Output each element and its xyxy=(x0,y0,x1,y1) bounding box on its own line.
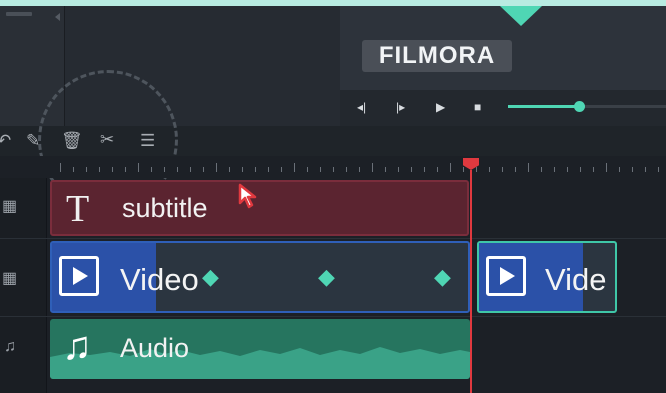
ruler-tick xyxy=(307,167,308,172)
volume-slider-fill xyxy=(508,105,580,108)
ruler-tick xyxy=(463,167,464,172)
ruler-tick xyxy=(99,167,100,172)
play-icon xyxy=(486,256,526,296)
ruler-tick xyxy=(411,167,412,172)
prev-frame-button[interactable]: ◂| xyxy=(357,100,366,114)
keyframe-icon[interactable]: ◆ xyxy=(434,264,451,290)
ruler-tick xyxy=(632,167,633,172)
ruler-tick xyxy=(476,167,477,172)
keyframe-icon[interactable]: ◆ xyxy=(318,264,335,290)
collapse-chevron-icon[interactable] xyxy=(55,13,60,21)
ruler-tick xyxy=(658,167,659,172)
subtitle-clip-label: subtitle xyxy=(122,193,208,223)
ruler-tick xyxy=(359,167,360,172)
ruler-tick xyxy=(346,167,347,172)
ruler-tick xyxy=(580,167,581,172)
ruler-tick xyxy=(125,167,126,172)
next-frame-button[interactable]: |▸ xyxy=(396,100,405,114)
play-button[interactable]: ▶ xyxy=(436,100,445,114)
ruler-tick xyxy=(398,167,399,172)
brand-logo: FILMORA xyxy=(362,40,512,72)
ruler-tick xyxy=(385,167,386,172)
track-divider xyxy=(0,238,666,239)
video-clip-label: Video xyxy=(120,262,199,297)
ruler-tick xyxy=(489,167,490,172)
mouse-cursor-icon xyxy=(238,183,257,209)
ruler-tick xyxy=(151,167,152,172)
stop-button[interactable]: ■ xyxy=(474,100,481,114)
ruler-tick xyxy=(138,163,139,172)
audio-clip[interactable] xyxy=(50,319,470,379)
ruler-tick xyxy=(281,167,282,172)
audio-waveform xyxy=(50,347,470,379)
ruler-tick xyxy=(60,163,61,172)
preview-marker-icon xyxy=(500,6,542,26)
audio-clip-label: Audio xyxy=(120,333,190,363)
ruler-tick xyxy=(242,167,243,172)
ruler-tick xyxy=(515,167,516,172)
undo-icon[interactable]: ↶ xyxy=(0,131,11,151)
film-icon: ▦ xyxy=(2,270,18,287)
ruler-tick xyxy=(190,167,191,172)
playback-controls xyxy=(340,90,666,126)
film-icon: ▦ xyxy=(2,198,18,215)
music-note-icon: ♫ xyxy=(4,338,16,355)
ruler-tick xyxy=(320,167,321,172)
ruler-tick xyxy=(112,167,113,172)
ruler-tick xyxy=(619,167,620,172)
play-icon xyxy=(59,256,99,296)
ruler-tick xyxy=(450,163,451,172)
ruler-tick xyxy=(502,167,503,172)
ruler-tick xyxy=(424,167,425,172)
track-divider xyxy=(0,316,666,317)
ruler-tick xyxy=(255,167,256,172)
ruler-tick xyxy=(567,167,568,172)
ruler-tick xyxy=(203,167,204,172)
ruler-tick xyxy=(333,167,334,172)
ruler-tick xyxy=(73,167,74,172)
ruler-tick xyxy=(645,167,646,172)
keyframe-icon[interactable]: ◆ xyxy=(202,264,219,290)
music-note-icon: ♫ xyxy=(62,324,92,368)
playhead[interactable] xyxy=(470,170,472,393)
panel-handle[interactable] xyxy=(6,12,32,16)
ruler-tick xyxy=(294,163,295,172)
ruler-tick xyxy=(554,167,555,172)
video-clip-label: Vide xyxy=(545,262,607,297)
ruler-tick xyxy=(372,163,373,172)
ruler-tick xyxy=(606,163,607,172)
ruler-tick xyxy=(86,167,87,172)
text-icon: T xyxy=(66,188,90,230)
ruler-tick xyxy=(177,167,178,172)
ruler-tick xyxy=(593,167,594,172)
ruler-tick xyxy=(528,163,529,172)
ruler-tick xyxy=(437,167,438,172)
ruler-tick xyxy=(541,167,542,172)
ruler-tick xyxy=(164,167,165,172)
ruler-tick xyxy=(229,167,230,172)
ruler-tick xyxy=(216,163,217,172)
ruler-tick xyxy=(268,167,269,172)
